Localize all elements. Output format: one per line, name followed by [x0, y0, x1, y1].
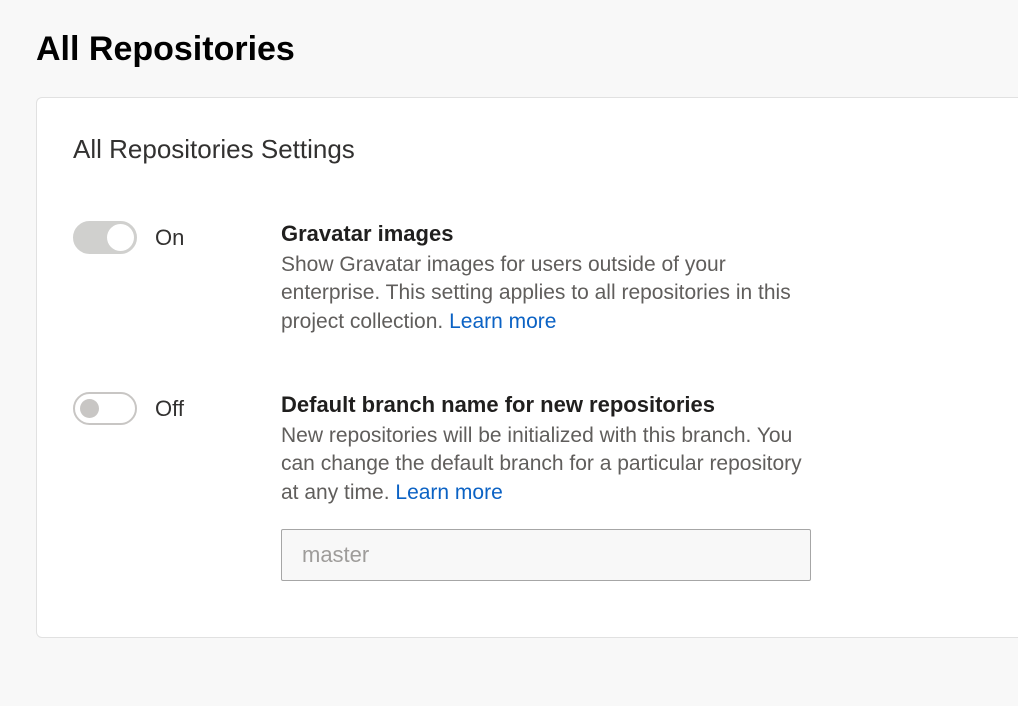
toggle-gravatar[interactable]	[73, 221, 137, 254]
setting-content-default-branch: Default branch name for new repositories…	[281, 392, 821, 581]
setting-row-default-branch: Off Default branch name for new reposito…	[73, 392, 979, 581]
toggle-knob	[80, 399, 99, 418]
toggle-group-gravatar: On	[73, 221, 281, 254]
toggle-knob	[107, 224, 134, 251]
setting-title-default-branch: Default branch name for new repositories	[281, 392, 821, 418]
page-title: All Repositories	[36, 30, 1018, 69]
toggle-default-branch[interactable]	[73, 392, 137, 425]
toggle-label-on: On	[155, 225, 184, 251]
toggle-label-off: Off	[155, 396, 184, 422]
learn-more-link-gravatar[interactable]: Learn more	[449, 310, 556, 333]
card-title: All Repositories Settings	[73, 134, 979, 165]
setting-title-gravatar: Gravatar images	[281, 221, 821, 247]
setting-desc-default-branch: New repositories will be initialized wit…	[281, 422, 821, 507]
default-branch-input[interactable]	[281, 529, 811, 581]
toggle-group-default-branch: Off	[73, 392, 281, 425]
settings-card: All Repositories Settings On Gravatar im…	[36, 97, 1018, 638]
desc-text-default-branch: New repositories will be initialized wit…	[281, 424, 802, 504]
learn-more-link-default-branch[interactable]: Learn more	[395, 481, 502, 504]
setting-row-gravatar: On Gravatar images Show Gravatar images …	[73, 221, 979, 336]
setting-desc-gravatar: Show Gravatar images for users outside o…	[281, 251, 821, 336]
setting-content-gravatar: Gravatar images Show Gravatar images for…	[281, 221, 821, 336]
